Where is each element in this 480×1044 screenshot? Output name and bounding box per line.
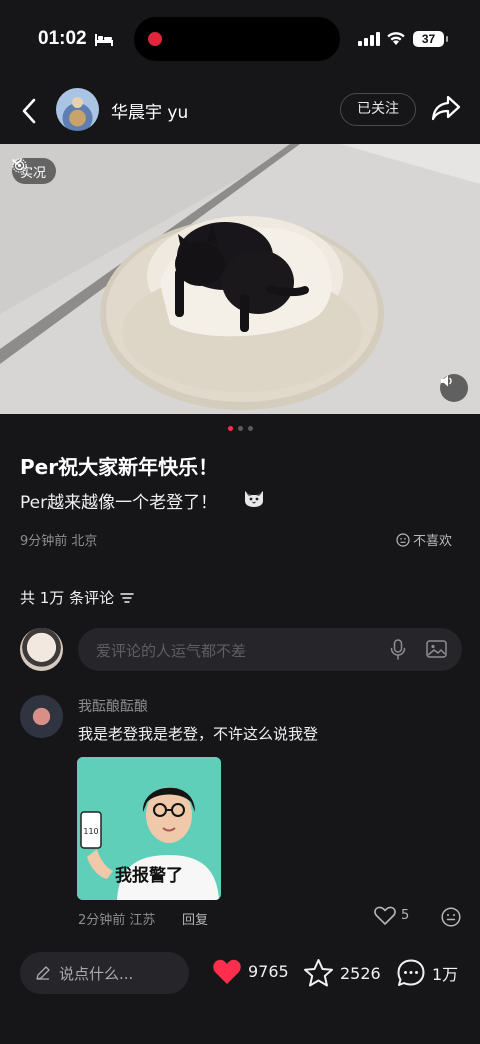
- my-avatar: [20, 628, 63, 671]
- comment-like-count: 5: [401, 908, 410, 923]
- heart-outline-icon: [374, 906, 396, 925]
- bed-icon: [95, 34, 113, 46]
- pencil-icon: [36, 966, 50, 980]
- page-dot: [237, 426, 243, 431]
- status-time: 01:02: [38, 28, 87, 49]
- dislike-button[interactable]: 不喜欢: [396, 530, 452, 549]
- cat-emoji-icon: [245, 491, 263, 507]
- favorite-button[interactable]: 2526: [303, 958, 381, 988]
- sticker-phone-text: 110: [83, 827, 98, 836]
- say-something-input[interactable]: 说点什么...: [20, 952, 189, 994]
- author-name[interactable]: 华晨宇 yu: [111, 98, 188, 123]
- page-dot-active: [227, 426, 233, 431]
- favorite-count: 2526: [340, 963, 381, 983]
- heart-filled-icon: [213, 959, 241, 984]
- post-meta: 9分钟前 北京: [20, 534, 98, 549]
- follow-button[interactable]: 已关注: [340, 93, 416, 126]
- sticker-caption: 我报警了: [115, 866, 183, 886]
- post-header: 华晨宇 yu 已关注: [0, 80, 480, 144]
- cat-in-bed-image: [0, 144, 480, 414]
- battery-icon: 37: [413, 31, 448, 47]
- sort-icon: [120, 592, 134, 603]
- emoji-reaction-icon[interactable]: [441, 907, 461, 927]
- comment-meta: 2分钟前 江苏: [78, 913, 156, 928]
- comment-like-button[interactable]: 5: [374, 906, 409, 925]
- star-icon: [304, 959, 333, 987]
- chevron-down-icon: [12, 159, 22, 166]
- comment-input[interactable]: 爱评论的人运气都不差: [78, 628, 462, 671]
- recording-indicator-icon: [148, 32, 162, 46]
- bottom-action-bar: 说点什么... 9765 2526 1万: [0, 940, 480, 1044]
- comment-text: 我是老登我是老登，不许这么说我登: [78, 725, 319, 743]
- author-avatar[interactable]: [56, 88, 99, 131]
- reply-button[interactable]: 回复: [182, 909, 208, 928]
- comment-sticker-image[interactable]: 110 我报警了: [77, 757, 221, 900]
- comment-input-placeholder: 爱评论的人运气都不差: [96, 642, 247, 660]
- comment-count: 1万: [432, 965, 459, 984]
- commenter-avatar[interactable]: [20, 695, 63, 738]
- wifi-icon: [387, 32, 405, 45]
- status-bar: 01:02 37: [0, 0, 480, 80]
- comment-button[interactable]: 1万: [396, 958, 458, 988]
- cellular-signal-icon: [358, 32, 380, 46]
- like-count: 9765: [248, 962, 289, 981]
- photo-page-indicator: [0, 426, 480, 431]
- share-icon[interactable]: [431, 94, 461, 122]
- image-icon[interactable]: [426, 639, 447, 659]
- commenter-name[interactable]: 我酝酿酝酿: [78, 696, 148, 716]
- comment-count-label: 共 1万 条评论: [20, 589, 115, 607]
- speaker-icon: [441, 375, 452, 387]
- back-arrow-icon[interactable]: [18, 96, 42, 126]
- sound-toggle-button[interactable]: [440, 374, 468, 402]
- comment-count-sort-button[interactable]: 共 1万 条评论: [20, 587, 134, 608]
- dynamic-island: [134, 17, 340, 61]
- dislike-label: 不喜欢: [413, 534, 453, 549]
- comment-bubble-icon: [397, 959, 425, 986]
- like-button[interactable]: 9765: [212, 958, 289, 985]
- say-something-placeholder: 说点什么...: [59, 964, 134, 983]
- microphone-icon[interactable]: [389, 639, 407, 661]
- page-dot: [247, 426, 253, 431]
- post-body: Per越来越像一个老登了！: [20, 493, 218, 513]
- post-photo[interactable]: 实况: [0, 144, 480, 414]
- live-photo-badge[interactable]: 实况: [12, 158, 57, 184]
- sad-face-icon: [396, 532, 410, 547]
- post-title: Per祝大家新年快乐！: [20, 455, 219, 479]
